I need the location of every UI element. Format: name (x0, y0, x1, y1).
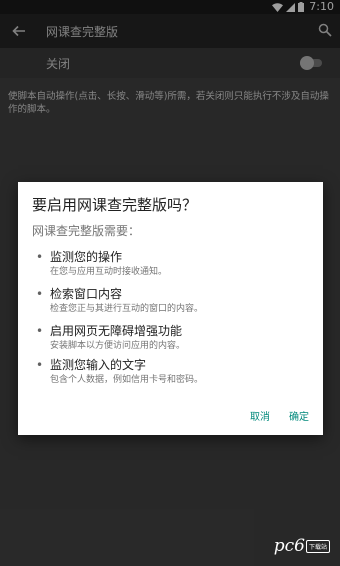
cancel-button[interactable]: 取消 (250, 408, 270, 423)
bullet-icon: • (36, 358, 44, 372)
permission-title: 监测您的操作 (50, 250, 123, 264)
permission-title: 监测您输入的文字 (50, 358, 147, 372)
bullet-icon: • (36, 324, 44, 338)
watermark-badge: 下载站 (305, 539, 330, 553)
permission-description: 在您与应用互动时接收通知。 (50, 267, 168, 277)
bullet-icon: • (36, 287, 44, 301)
permission-description: 检查您正与其进行互动的窗口的内容。 (50, 304, 204, 314)
permission-title: 启用网页无障碍增强功能 (50, 324, 183, 338)
watermark-text: pc6 (273, 536, 305, 556)
permission-title: 检索窗口内容 (50, 287, 123, 301)
bullet-icon: • (36, 250, 44, 264)
permission-description: 安装脚本以方便访问应用的内容。 (50, 341, 186, 351)
watermark-logo: pc6 下载站 (274, 536, 330, 556)
permission-dialog: 要启用网课查完整版吗？ 网课查完整版需要： • 监测您的操作 在您与应用互动时接… (18, 182, 323, 435)
dialog-title: 要启用网课查完整版吗？ (32, 196, 198, 214)
permission-description: 包含个人数据，例如信用卡号和密码。 (50, 375, 204, 385)
ok-button[interactable]: 确定 (289, 408, 309, 423)
dialog-subtitle: 网课查完整版需要： (32, 224, 141, 238)
